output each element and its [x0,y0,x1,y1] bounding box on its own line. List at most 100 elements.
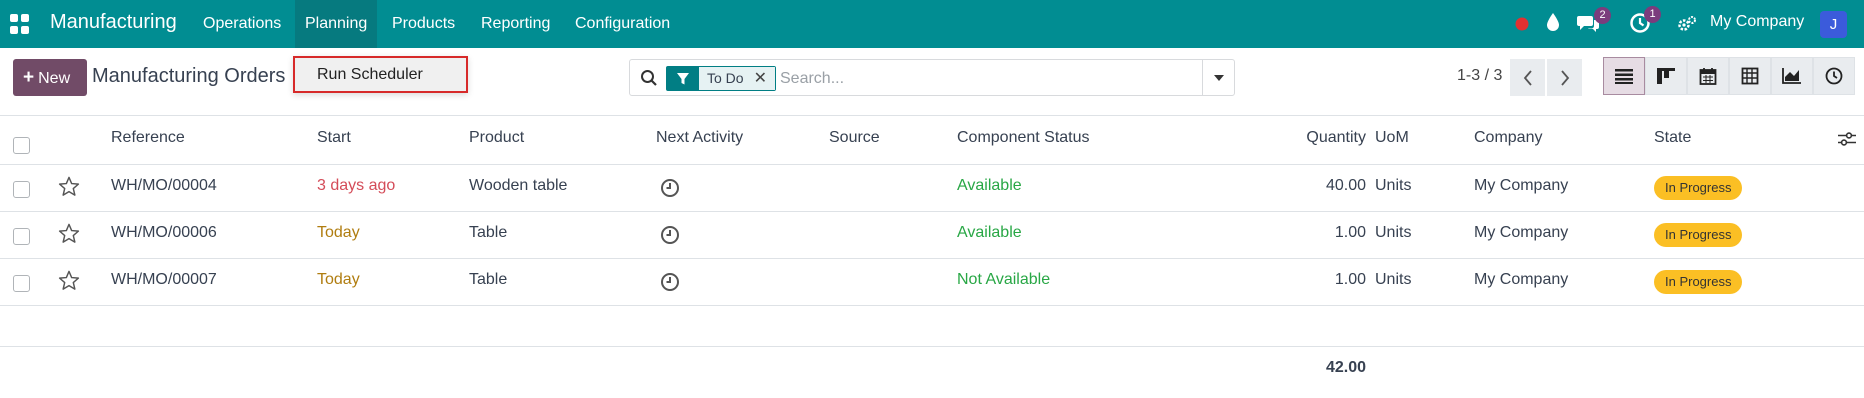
graph-icon [1782,68,1801,84]
pager-value[interactable]: 1-3 / 3 [1457,67,1502,85]
star-icon[interactable] [58,223,80,249]
column-header-uom[interactable]: UoM [1375,129,1409,147]
cell-component-status: Available [957,177,1022,194]
menu-products[interactable]: Products [382,0,465,48]
pager-previous-button[interactable] [1510,59,1545,96]
plus-icon: + [23,67,35,88]
cell-uom: Units [1375,271,1412,288]
column-header-source[interactable]: Source [829,129,880,147]
planning-dropdown-menu: Run Scheduler [293,56,468,93]
activity-view-button[interactable] [1813,57,1855,95]
cell-company: My Company [1474,271,1569,288]
menu-planning[interactable]: Planning [295,0,378,48]
caret-down-icon [1213,74,1224,81]
total-quantity: 42.00 [1325,359,1366,376]
activities-count-badge: 1 [1644,6,1661,23]
cell-start: 3 days ago [317,177,396,194]
status-badge: In Progress [1654,270,1743,294]
column-header-product[interactable]: Product [469,129,524,147]
table-row[interactable]: WH/MO/00004 3 days ago Wooden table Avai… [0,165,1864,212]
menu-operations[interactable]: Operations [193,0,291,48]
user-avatar[interactable]: J [1820,11,1847,38]
cell-reference: WH/MO/00004 [111,177,217,194]
settings-gears-icon[interactable] [1677,15,1697,38]
search-options-toggle[interactable] [1202,60,1234,95]
calendar-view-button[interactable] [1687,57,1729,95]
activity-clock-icon[interactable]: 1 [1629,6,1661,39]
column-header-quantity[interactable]: Quantity [1280,129,1366,147]
row-checkbox[interactable] [13,275,30,292]
star-icon[interactable] [58,270,80,296]
table-row[interactable]: WH/MO/00007 Today Table Not Available 1.… [0,259,1864,306]
facet-label: To Do [699,67,752,90]
list-view-button[interactable] [1603,57,1645,95]
menu-configuration[interactable]: Configuration [565,0,680,48]
column-header-company[interactable]: Company [1474,129,1542,147]
graph-view-button[interactable] [1771,57,1813,95]
cell-start: Today [317,271,360,288]
search-bar[interactable]: To Do ✕ [629,59,1235,96]
table-row[interactable]: WH/MO/00006 Today Table Available 1.00 U… [0,212,1864,259]
row-checkbox[interactable] [13,181,30,198]
row-checkbox[interactable] [13,228,30,245]
column-header-reference[interactable]: Reference [111,129,185,147]
calendar-icon [1699,68,1717,85]
cell-uom: Units [1375,177,1412,194]
menu-item-run-scheduler[interactable]: Run Scheduler [295,58,466,91]
kanban-view-button[interactable] [1645,57,1687,95]
cell-component-status: Not Available [957,271,1051,288]
filter-icon [667,67,699,90]
cell-company: My Company [1474,224,1569,241]
company-switcher[interactable]: My Company [1710,13,1804,31]
star-icon[interactable] [58,176,80,202]
search-input[interactable] [780,66,1180,91]
cell-product: Table [469,224,508,241]
status-dot-icon[interactable] [1515,17,1529,36]
messages-count-badge: 2 [1594,7,1611,24]
search-facet-filter: To Do ✕ [666,66,776,91]
messages-icon[interactable]: 2 [1577,7,1611,38]
kanban-icon [1657,68,1675,84]
cell-product: Wooden table [469,177,568,194]
cell-quantity: 40.00 [1325,177,1366,194]
activity-clock-icon[interactable] [660,225,680,250]
cell-quantity: 1.00 [1334,224,1366,241]
search-icon [640,69,658,92]
column-header-state[interactable]: State [1654,129,1691,147]
empty-row [0,303,1864,346]
status-badge: In Progress [1654,176,1743,200]
pivot-icon [1741,67,1759,85]
cell-reference: WH/MO/00006 [111,224,217,241]
cell-start: Today [317,224,360,241]
cell-component-status: Available [957,224,1022,241]
app-grid-icon[interactable] [10,14,30,34]
select-all-checkbox[interactable] [13,137,30,154]
chevron-left-icon [1523,69,1532,86]
activity-clock-icon[interactable] [660,178,680,203]
activity-clock-icon[interactable] [660,272,680,297]
cell-product: Table [469,271,508,288]
cell-reference: WH/MO/00007 [111,271,217,288]
cell-company: My Company [1474,177,1569,194]
pivot-view-button[interactable] [1729,57,1771,95]
top-navbar: Manufacturing Operations Planning Produc… [0,0,1864,48]
droplet-icon[interactable] [1546,12,1560,37]
column-header-start[interactable]: Start [317,129,351,147]
list-icon [1615,69,1633,84]
page-title: Manufacturing Orders [92,65,286,87]
pager-next-button[interactable] [1547,59,1582,96]
new-button[interactable]: + New [13,59,87,96]
status-badge: In Progress [1654,223,1743,247]
menu-reporting[interactable]: Reporting [471,0,560,48]
chevron-right-icon [1560,69,1569,86]
new-button-label: New [38,70,71,87]
column-header-component-status[interactable]: Component Status [957,129,1090,147]
remove-facet-icon[interactable]: ✕ [751,67,775,90]
column-header-next-activity[interactable]: Next Activity [656,129,743,147]
cell-quantity: 1.00 [1334,271,1366,288]
cell-uom: Units [1375,224,1412,241]
optional-columns-icon[interactable] [1838,131,1856,152]
table-header: Reference Start Product Next Activity So… [0,115,1864,165]
app-name[interactable]: Manufacturing [50,11,177,34]
activity-icon [1825,67,1843,85]
